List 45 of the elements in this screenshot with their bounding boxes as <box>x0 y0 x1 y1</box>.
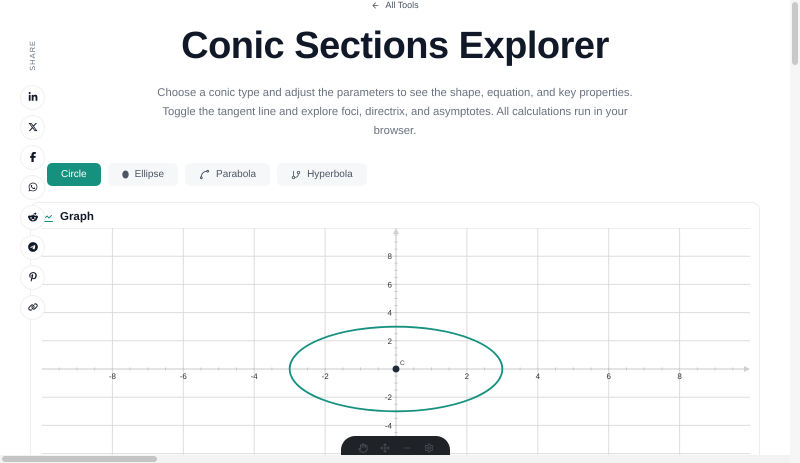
center-point <box>392 366 400 372</box>
share-button[interactable] <box>20 294 45 320</box>
x-tick-label: -2 <box>322 372 329 381</box>
pinterest-icon <box>28 272 38 282</box>
y-tick-label: -2 <box>384 393 392 402</box>
page-title: Conic Sections Explorer <box>181 24 609 69</box>
reddit-icon <box>28 212 38 222</box>
telegram-icon <box>28 242 38 252</box>
y-tick-label: -4 <box>384 421 392 430</box>
y-tick-label: 4 <box>388 308 392 318</box>
y-tick-label: 2 <box>388 336 392 346</box>
x-tick-label: -8 <box>108 372 116 381</box>
share-button[interactable] <box>20 144 45 170</box>
linkedin-icon <box>28 92 38 102</box>
x-tick-label: 4 <box>536 372 540 381</box>
x-tick-label: 8 <box>677 372 682 381</box>
back-link[interactable]: All Tools <box>371 0 419 10</box>
curve-icon <box>199 169 210 180</box>
page-description: Choose a conic type and adjust the parameters to see the shape, equation, and key properties. Toggle the tangent line and explore foci, directrix, and asymptotes. All calculations run in your browser. <box>156 86 634 139</box>
branch-icon <box>291 170 302 180</box>
share-button[interactable] <box>20 234 45 260</box>
share-button[interactable] <box>20 84 45 110</box>
horizontal-scrollbar[interactable] <box>0 455 790 463</box>
y-tick-label: 8 <box>388 252 392 262</box>
whatsapp-icon <box>28 182 38 192</box>
x-tick-label: 6 <box>606 372 611 381</box>
x-tick-label: 2 <box>464 372 470 381</box>
share-button[interactable] <box>20 114 45 140</box>
y-tick-label: 6 <box>388 280 392 290</box>
share-button[interactable] <box>20 264 45 290</box>
ellipse-icon <box>122 170 129 179</box>
link-icon <box>28 302 38 312</box>
graph-title: Graph <box>60 211 94 223</box>
conic-tab[interactable]: Hyperbola <box>277 163 367 186</box>
facebook-icon <box>28 152 38 162</box>
conic-tab[interactable]: Circle <box>47 163 101 186</box>
share-button[interactable] <box>20 204 45 230</box>
share-button[interactable] <box>20 174 45 200</box>
arrow-left-icon <box>371 0 380 10</box>
vertical-scrollbar[interactable] <box>790 0 800 463</box>
x-tick-label: -4 <box>250 372 258 381</box>
x-icon <box>28 122 38 132</box>
conic-tab[interactable]: Ellipse <box>108 163 178 186</box>
conic-tab[interactable]: Parabola <box>185 163 270 186</box>
x-tick-label: -6 <box>180 372 187 381</box>
